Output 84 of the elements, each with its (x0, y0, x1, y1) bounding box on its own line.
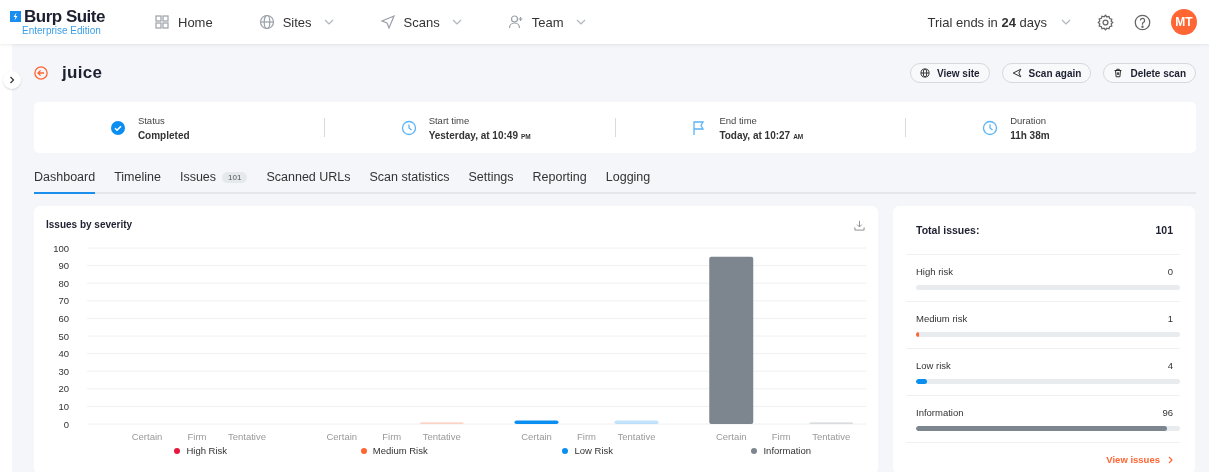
axis-label: 30 (58, 365, 69, 377)
send-icon (1011, 68, 1022, 78)
chart-title: Issues by severity (46, 219, 133, 230)
help-icon[interactable] (1134, 13, 1151, 31)
tab[interactable]: Issues 101 (179, 170, 248, 194)
tab[interactable]: Settings (468, 170, 514, 194)
tab[interactable]: Scan statistics (369, 170, 450, 194)
info-label: Start time (428, 114, 471, 126)
send-icon (379, 14, 396, 30)
axis-label: Certain (326, 431, 358, 442)
risk-count: 0 (1167, 266, 1173, 277)
clock-icon (400, 119, 417, 136)
axis-label: Tentative (617, 431, 656, 442)
logo-icon (10, 10, 21, 22)
legend-label: High Risk (186, 445, 228, 456)
info-label: Status (137, 114, 166, 126)
axis-label: Firm (382, 431, 402, 442)
bar (514, 420, 559, 424)
nav-item[interactable]: Sites (258, 14, 334, 30)
axis-label: 60 (58, 312, 69, 324)
risk-label: High risk (916, 266, 953, 277)
axis-label: 80 (58, 277, 69, 289)
axis-label: Certain (131, 431, 163, 442)
info-label: Duration (1010, 114, 1048, 126)
axis-label: 100 (53, 242, 69, 254)
risk-count: 1 (1167, 313, 1173, 324)
axis-label: Certain (715, 431, 747, 442)
globe-icon (258, 14, 275, 30)
chevron-right-icon (1168, 455, 1173, 464)
total-count: 101 (1155, 224, 1173, 236)
axis-label: Tentative (812, 431, 851, 442)
info-value: 11h 38m (1010, 129, 1051, 141)
axis-label: 10 (58, 400, 69, 412)
tab[interactable]: Dashboard (34, 170, 96, 194)
info-label: End time (719, 114, 758, 126)
tab[interactable]: Logging (605, 170, 651, 194)
nav-item[interactable]: Team (507, 14, 586, 30)
axis-label: Tentative (228, 431, 266, 442)
tab[interactable]: Reporting (532, 170, 587, 194)
total-label: Total issues: (916, 224, 980, 236)
bar (614, 420, 659, 424)
tab[interactable]: Timeline (114, 170, 161, 194)
axis-label: Firm (187, 431, 207, 442)
tab[interactable]: Scanned URLs (266, 170, 351, 194)
logo-subtitle: Enterprise Edition (22, 24, 102, 37)
risk-label: Information (916, 407, 964, 418)
grid-icon (154, 14, 170, 30)
nav-item[interactable]: Scans (379, 14, 462, 30)
globe-icon (919, 68, 930, 78)
risk-label: Medium risk (916, 313, 968, 324)
legend-label: Information (763, 445, 811, 456)
nav-item[interactable]: Home (154, 14, 213, 30)
chevron-right-icon (9, 76, 15, 84)
legend-label: Medium Risk (372, 445, 428, 456)
axis-label: 50 (58, 330, 69, 342)
risk-count: 96 (1162, 407, 1173, 418)
axis-label: 40 (58, 348, 69, 360)
trash-icon (1113, 68, 1124, 78)
axis-label: 90 (58, 260, 69, 272)
user-plus-icon (507, 14, 524, 30)
info-value: Completed (137, 129, 191, 141)
back-arrow-icon[interactable] (34, 66, 48, 80)
axis-label: 70 (58, 295, 69, 307)
settings-icon[interactable] (1097, 13, 1114, 31)
axis-label: 20 (58, 383, 69, 395)
axis-label: Firm (771, 431, 791, 442)
sidebar-toggle[interactable] (3, 71, 21, 89)
legend-label: Low Risk (574, 445, 613, 456)
trial-notice[interactable]: Trial ends in 24 days (927, 14, 1047, 30)
action-button[interactable]: View site (909, 63, 990, 83)
logo-title: Burp Suite (24, 7, 105, 25)
axis-label: Certain (521, 431, 552, 442)
action-button[interactable]: Delete scan (1103, 63, 1196, 83)
chevron-down-icon (1061, 19, 1071, 25)
download-icon[interactable] (854, 220, 865, 231)
axis-label: 0 (63, 418, 69, 430)
risk-label: Low risk (916, 360, 951, 371)
scan-title: juice (62, 63, 103, 83)
check-circle-icon (109, 119, 126, 136)
risk-count: 4 (1167, 360, 1173, 371)
axis-label: Firm (577, 431, 596, 442)
action-button[interactable]: Scan again (1001, 63, 1092, 83)
axis-label: Tentative (422, 431, 461, 442)
clock-icon (982, 119, 999, 136)
